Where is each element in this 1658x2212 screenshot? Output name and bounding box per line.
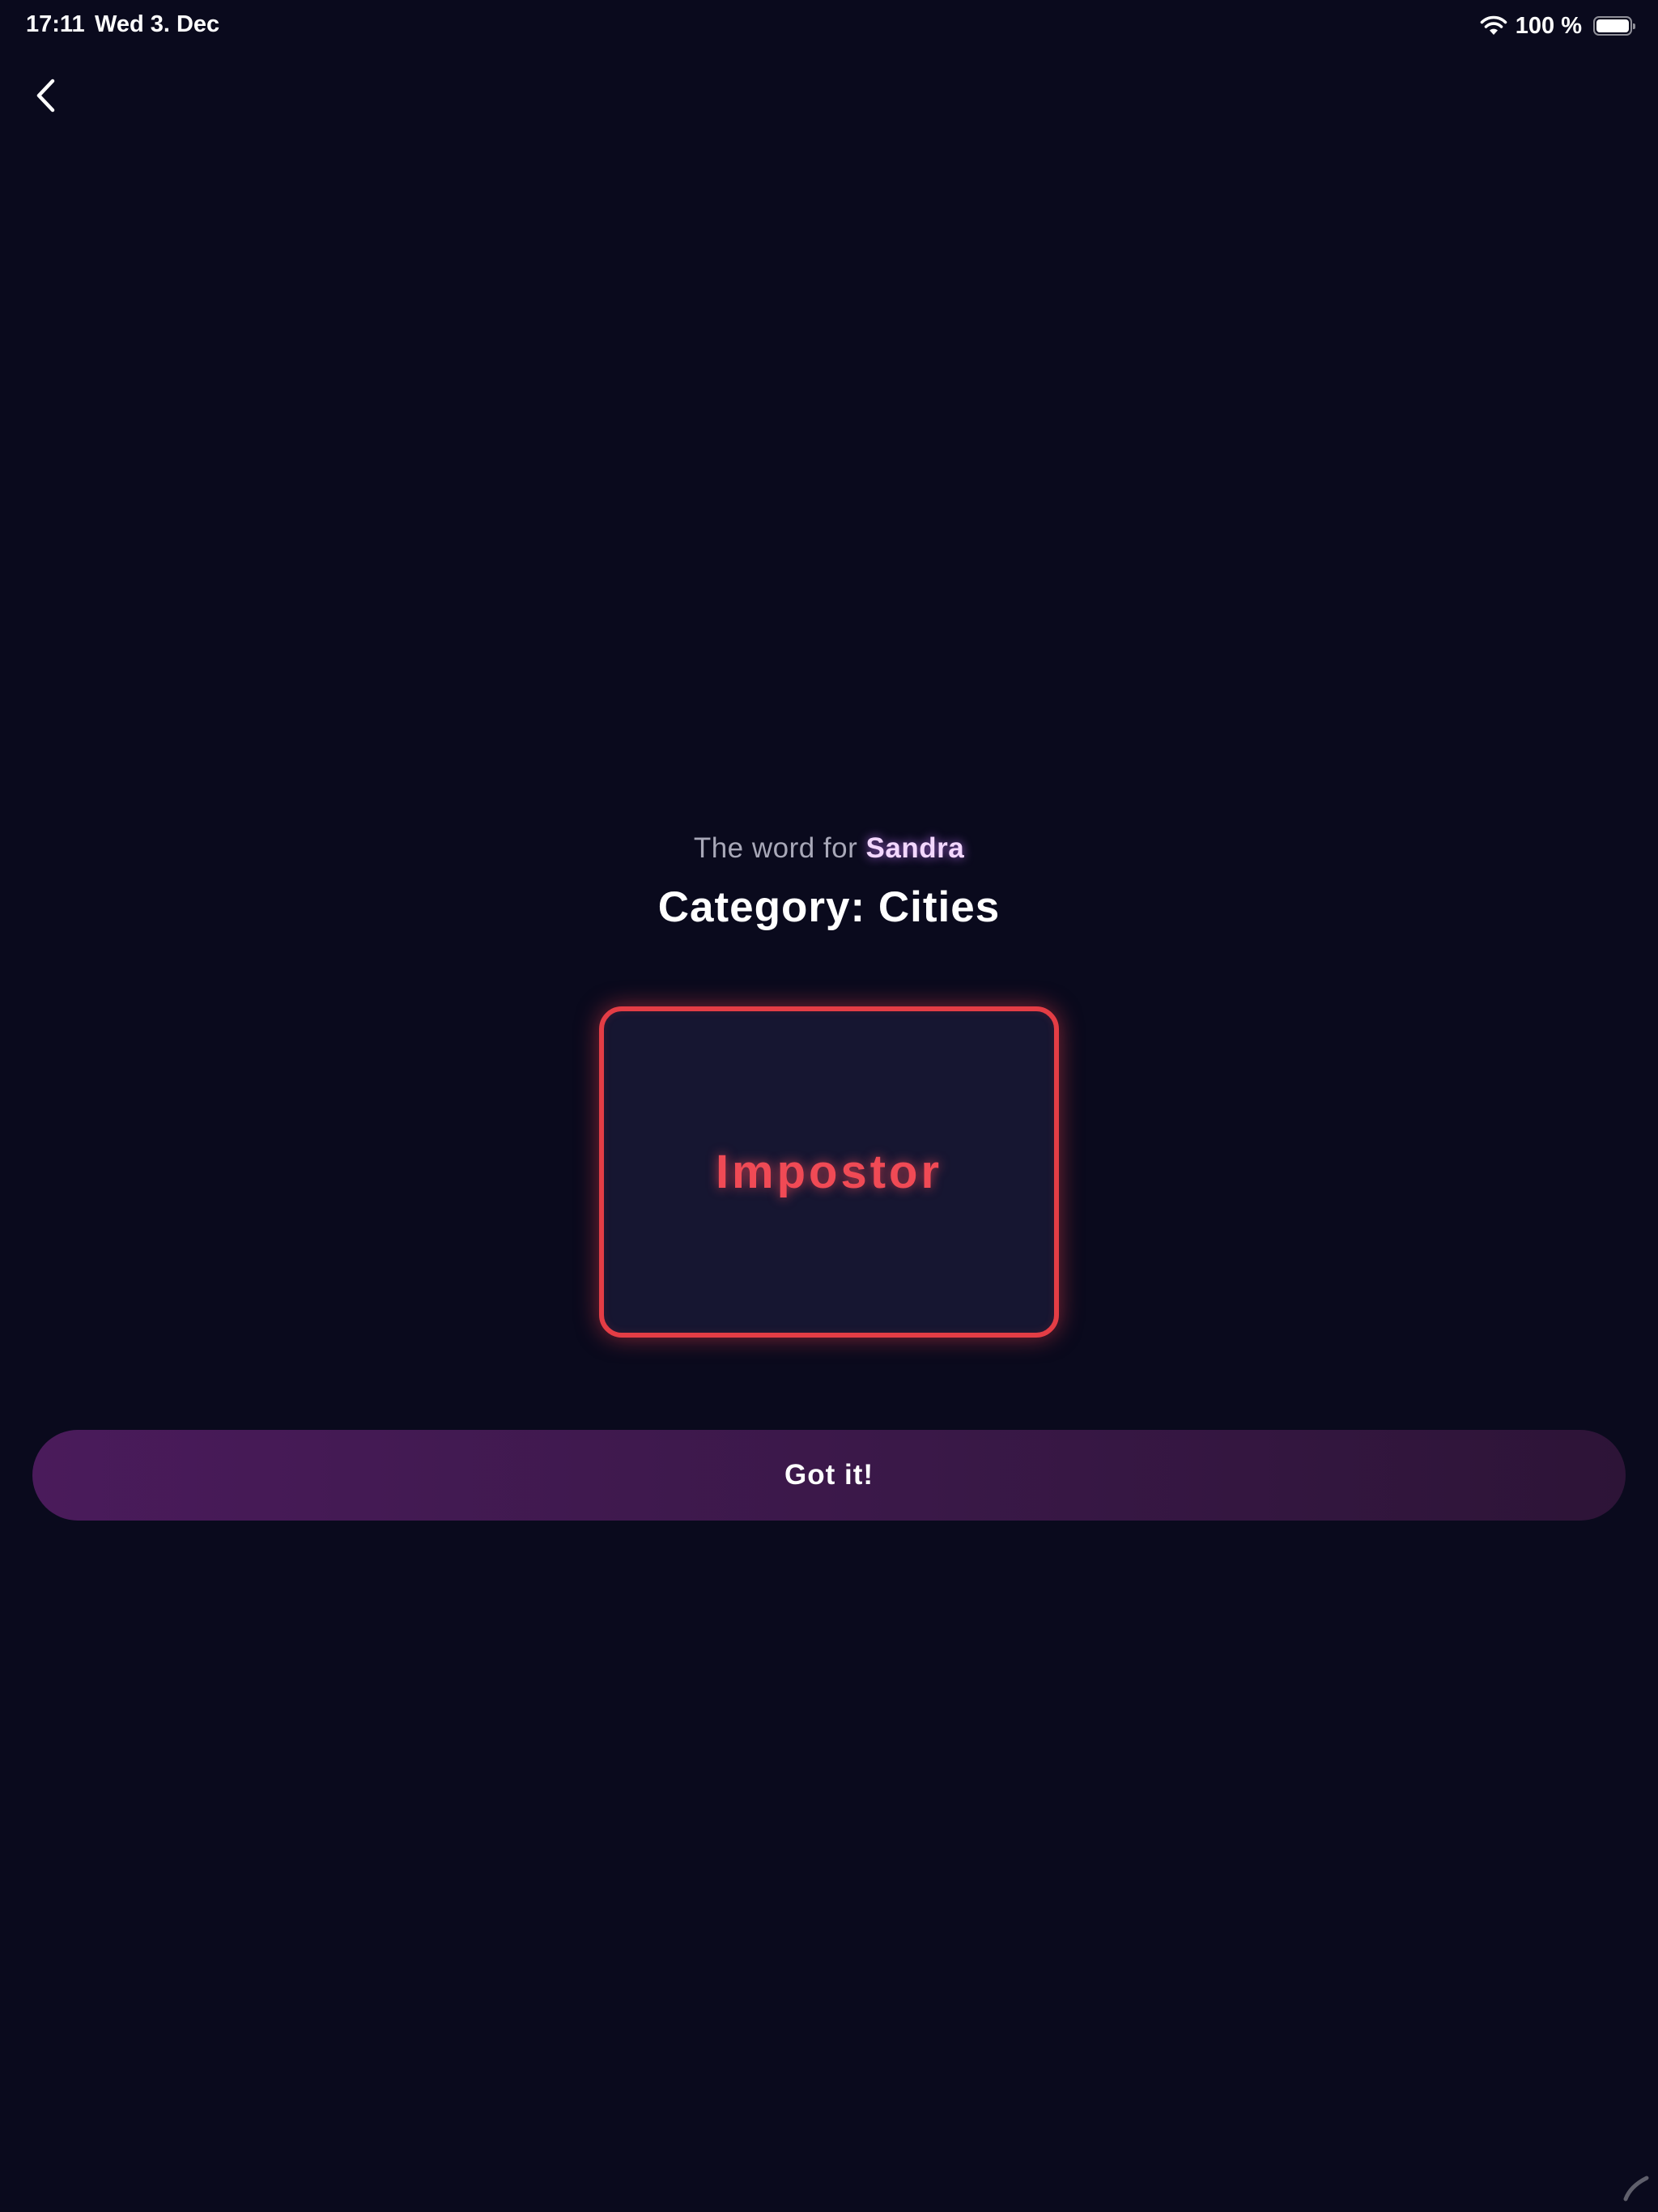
word-for-prefix: The word for [693,832,858,864]
wifi-icon [1480,15,1507,36]
category-title: Category: Cities [657,883,1001,931]
battery-percentage: 100 % [1515,12,1582,39]
got-it-button[interactable]: Got it! [32,1430,1626,1521]
status-date: Wed 3. Dec [95,11,220,37]
corner-swipe-indicator [1619,2172,1652,2204]
role-label: Impostor [715,1146,943,1198]
battery-full-icon [1593,16,1635,36]
role-card: Impostor [599,1006,1059,1338]
player-name: Sandra [865,832,965,864]
got-it-label: Got it! [784,1459,874,1491]
status-indicators: 100 % [1480,10,1635,42]
chevron-left-icon [35,78,56,117]
status-bar: 17:11 Wed 3. Dec 100 % [0,0,1658,52]
back-button[interactable] [23,71,68,123]
screen: 17:11 Wed 3. Dec 100 % The word for Sand… [0,0,1658,2212]
status-time: 17:11 [26,11,85,37]
word-for-line: The word for Sandra [0,832,1658,865]
